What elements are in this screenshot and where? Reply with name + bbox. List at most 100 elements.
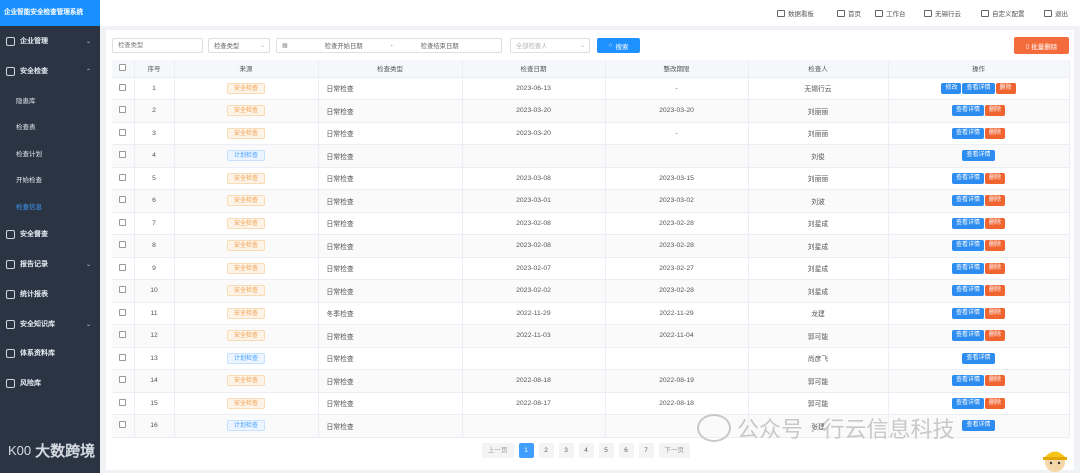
view-details-button[interactable]: 查看详情 bbox=[951, 195, 984, 207]
inspector-select[interactable]: 全部检查人 ⌄ bbox=[510, 38, 590, 53]
row-checkbox[interactable] bbox=[119, 241, 127, 249]
delete-button[interactable]: 删除 bbox=[985, 195, 1006, 207]
next-page-button[interactable]: 下一页 bbox=[658, 443, 690, 458]
delete-button[interactable]: 删除 bbox=[985, 307, 1006, 319]
date-start-field[interactable]: 检查开始日期 bbox=[308, 41, 380, 50]
topbar-dashboard-link[interactable]: 数据看板 bbox=[777, 8, 814, 18]
delete-button[interactable]: 删除 bbox=[985, 217, 1006, 229]
sidebar-item-safety-check[interactable]: 安全检查 ⌃ bbox=[0, 61, 100, 81]
row-select-cell[interactable] bbox=[112, 189, 135, 213]
view-details-button[interactable]: 查看详情 bbox=[951, 240, 984, 252]
topbar-workbench-link[interactable]: 工作台 bbox=[875, 8, 906, 18]
page-button[interactable]: 3 bbox=[558, 443, 574, 458]
select-all-checkbox[interactable] bbox=[119, 63, 127, 71]
sidebar-item-risk[interactable]: 风险库 bbox=[0, 373, 100, 393]
view-details-button[interactable]: 查看详情 bbox=[951, 127, 984, 139]
select-all-cell[interactable] bbox=[112, 60, 135, 78]
view-details-button[interactable]: 查看详情 bbox=[951, 262, 984, 274]
row-select-cell[interactable] bbox=[112, 99, 135, 123]
type-select[interactable]: 检查类型 ⌄ bbox=[208, 38, 270, 53]
view-details-button[interactable]: 查看详情 bbox=[951, 397, 984, 409]
view-details-button[interactable]: 查看详情 bbox=[962, 82, 995, 94]
search-button[interactable]: ○ 搜索 bbox=[597, 38, 640, 53]
delete-button[interactable]: 删除 bbox=[985, 285, 1006, 297]
row-select-cell[interactable] bbox=[112, 369, 135, 393]
row-checkbox[interactable] bbox=[119, 106, 127, 114]
delete-button[interactable]: 删除 bbox=[985, 240, 1006, 252]
sidebar-item-stats[interactable]: 统计报表 bbox=[0, 284, 100, 304]
sidebar-subitem-info[interactable]: 检查信息 bbox=[0, 196, 100, 216]
delete-button[interactable]: 删除 bbox=[985, 397, 1006, 409]
row-select-cell[interactable] bbox=[112, 279, 135, 303]
delete-button[interactable]: 删除 bbox=[985, 330, 1006, 342]
edit-button[interactable]: 修改 bbox=[941, 82, 962, 94]
row-checkbox[interactable] bbox=[119, 286, 127, 294]
row-checkbox[interactable] bbox=[119, 263, 127, 271]
row-checkbox[interactable] bbox=[119, 83, 127, 91]
prev-page-button[interactable]: 上一页 bbox=[482, 443, 514, 458]
view-details-button[interactable]: 查看详情 bbox=[951, 105, 984, 117]
sidebar-item-enterprise[interactable]: 企业管理 ⌄ bbox=[0, 31, 100, 51]
view-details-button[interactable]: 查看详情 bbox=[962, 150, 995, 162]
page-button[interactable]: 2 bbox=[538, 443, 554, 458]
view-details-button[interactable]: 查看详情 bbox=[951, 330, 984, 342]
view-details-button[interactable]: 查看详情 bbox=[951, 307, 984, 319]
row-checkbox[interactable] bbox=[119, 331, 127, 339]
delete-button[interactable]: 删除 bbox=[985, 127, 1006, 139]
delete-button[interactable]: 删除 bbox=[995, 82, 1016, 94]
row-checkbox[interactable] bbox=[119, 173, 127, 181]
view-details-button[interactable]: 查看详情 bbox=[962, 352, 995, 364]
date-end-field[interactable]: 检查结束日期 bbox=[404, 41, 476, 50]
delete-button[interactable]: 删除 bbox=[985, 105, 1006, 117]
page-button[interactable]: 6 bbox=[618, 443, 634, 458]
sidebar-item-report[interactable]: 报告记录 ⌄ bbox=[0, 254, 100, 274]
row-checkbox[interactable] bbox=[119, 421, 127, 429]
row-checkbox[interactable] bbox=[119, 218, 127, 226]
row-checkbox[interactable] bbox=[119, 308, 127, 316]
sidebar-item-system-docs[interactable]: 体系资料库 bbox=[0, 343, 100, 363]
row-select-cell[interactable] bbox=[112, 234, 135, 258]
page-button[interactable]: 4 bbox=[578, 443, 594, 458]
row-select-cell[interactable] bbox=[112, 347, 135, 370]
batch-delete-button[interactable]: ▯ 批量删除 bbox=[1014, 37, 1069, 54]
sidebar-item-knowledge[interactable]: 安全知识库 ⌄ bbox=[0, 314, 100, 334]
sidebar-subitem-hazard-lib[interactable]: 隐患库 bbox=[0, 90, 100, 110]
view-details-button[interactable]: 查看详情 bbox=[951, 375, 984, 387]
view-details-button[interactable]: 查看详情 bbox=[951, 285, 984, 297]
date-range-picker[interactable]: ▦ 检查开始日期 - 检查结束日期 bbox=[276, 38, 502, 53]
sidebar-subitem-start[interactable]: 开始检查 bbox=[0, 169, 100, 189]
type-input[interactable] bbox=[112, 38, 203, 53]
row-select-cell[interactable] bbox=[112, 167, 135, 190]
page-button[interactable]: 1 bbox=[518, 443, 534, 458]
topbar-home-link[interactable]: 首页 bbox=[837, 8, 861, 18]
topbar-config-link[interactable]: 自定义配置 bbox=[981, 8, 1025, 18]
sidebar-item-supervision[interactable]: 安全督查 bbox=[0, 224, 100, 244]
sidebar-subitem-checklist[interactable]: 检查表 bbox=[0, 116, 100, 136]
row-select-cell[interactable] bbox=[112, 302, 135, 325]
row-checkbox[interactable] bbox=[119, 398, 127, 406]
row-checkbox[interactable] bbox=[119, 151, 127, 159]
row-select-cell[interactable] bbox=[112, 122, 135, 145]
topbar-user-link[interactable]: 无锡行云 bbox=[924, 8, 961, 18]
page-button[interactable]: 5 bbox=[598, 443, 614, 458]
view-details-button[interactable]: 查看详情 bbox=[951, 172, 984, 184]
delete-button[interactable]: 删除 bbox=[985, 172, 1006, 184]
sidebar-subitem-plan[interactable]: 检查计划 bbox=[0, 143, 100, 163]
view-details-button[interactable]: 查看详情 bbox=[962, 420, 995, 432]
view-details-button[interactable]: 查看详情 bbox=[951, 217, 984, 229]
type-input-field[interactable] bbox=[118, 42, 202, 49]
row-select-cell[interactable] bbox=[112, 392, 135, 415]
row-select-cell[interactable] bbox=[112, 144, 135, 168]
delete-button[interactable]: 删除 bbox=[985, 262, 1006, 274]
row-select-cell[interactable] bbox=[112, 324, 135, 348]
row-select-cell[interactable] bbox=[112, 257, 135, 280]
row-checkbox[interactable] bbox=[119, 376, 127, 384]
delete-button[interactable]: 删除 bbox=[985, 375, 1006, 387]
row-checkbox[interactable] bbox=[119, 196, 127, 204]
row-select-cell[interactable] bbox=[112, 77, 135, 100]
row-select-cell[interactable] bbox=[112, 414, 135, 438]
row-checkbox[interactable] bbox=[119, 353, 127, 361]
row-checkbox[interactable] bbox=[119, 128, 127, 136]
page-button[interactable]: 7 bbox=[638, 443, 654, 458]
topbar-logout-link[interactable]: 退出 bbox=[1044, 8, 1068, 18]
